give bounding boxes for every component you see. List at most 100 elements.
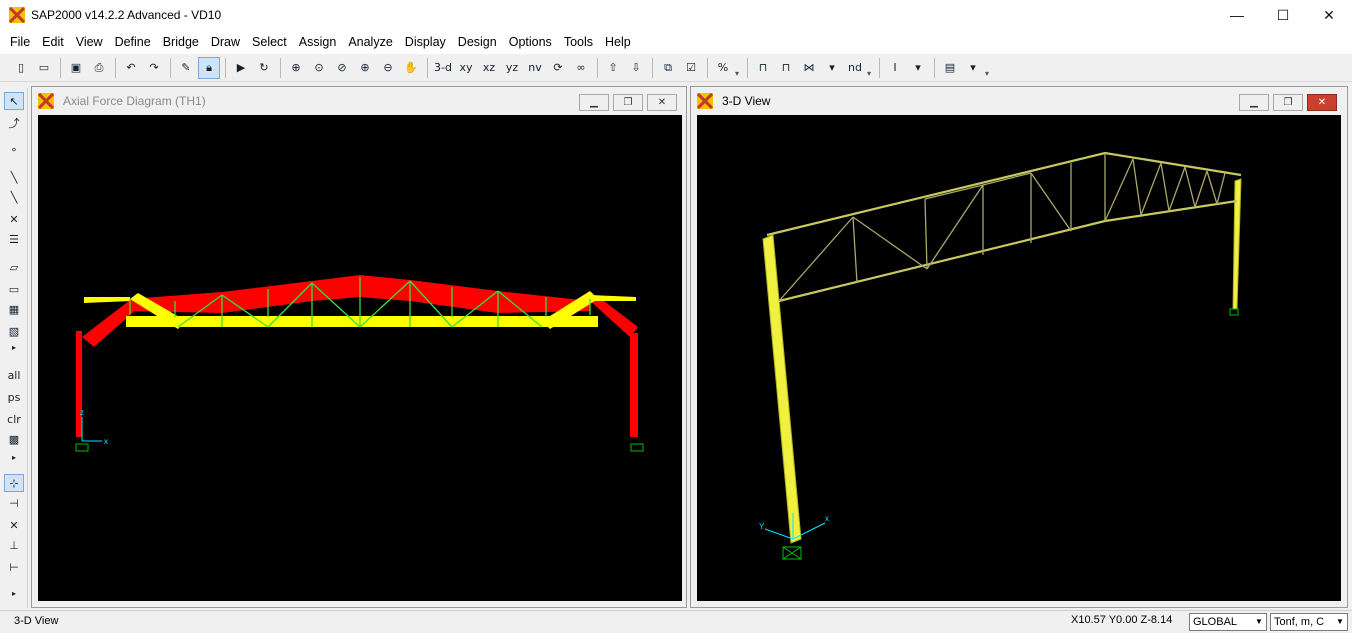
undo-icon[interactable]: ↶ [120,57,142,79]
3d-axis-y-line [764,528,794,540]
toolbar-overflow-icon[interactable]: ▾ [985,58,993,78]
close-button[interactable]: ✕ [1306,0,1352,30]
menu-tools[interactable]: Tools [558,30,599,54]
draw-frame-line-icon[interactable]: ╲ [4,168,24,186]
clear-selection-button[interactable]: clr [4,410,24,428]
pencil-icon[interactable]: ✎ [175,57,197,79]
menu-display[interactable]: Display [399,30,452,54]
section-dropdown-icon[interactable]: ▾ [907,57,929,79]
view-nd-button[interactable]: nd [844,57,866,79]
snap-intersection-icon[interactable]: ✕ [4,516,24,534]
view-xy-button[interactable]: xy [455,57,477,79]
toolbar-separator [707,57,708,78]
menu-edit[interactable]: Edit [36,30,70,54]
window-minimize-icon[interactable]: ▁ [579,94,609,111]
refresh-view-icon[interactable]: ↻ [253,57,275,79]
run-analysis-icon[interactable]: ▶ [230,57,252,79]
toolbar-overflow-icon[interactable]: ▸ [4,452,24,462]
toolbar-separator [427,57,428,78]
zoom-out-icon[interactable]: ⊖ [377,57,399,79]
toolbar-overflow-icon[interactable]: ▾ [735,58,743,78]
previous-selection-button[interactable]: ps [4,388,24,406]
3d-view-window[interactable]: 3-D View ▁ ❐ ✕ x Y [690,86,1348,608]
view-nv-button[interactable]: nv [524,57,546,79]
minimize-button[interactable]: — [1214,0,1260,30]
set-display-options-icon[interactable]: ☑ [680,57,702,79]
menu-draw[interactable]: Draw [205,30,246,54]
status-view-name: 3-D View [14,615,59,627]
reshape-icon[interactable]: ⤴ [4,114,24,132]
menu-options[interactable]: Options [503,30,558,54]
select-all-button[interactable]: all [4,366,24,384]
units-value: Tonf, m, C [1274,616,1325,628]
show-forces-dropdown-icon[interactable]: ▾ [821,57,843,79]
snap-ends-icon[interactable]: ⊣ [4,494,24,512]
toolbar-overflow-icon[interactable]: ▸ [4,342,24,352]
zoom-full-icon[interactable]: ⊙ [308,57,330,79]
zoom-previous-icon[interactable]: ⊘ [331,57,353,79]
coordinate-system-select[interactable]: GLOBAL ▼ [1189,613,1267,631]
assign-percent-icon[interactable]: % [712,57,734,79]
draw-rect-area-icon[interactable]: ▭ [4,280,24,298]
open-folder-icon[interactable]: ▭ [33,57,55,79]
new-file-icon[interactable]: ▯ [10,57,32,79]
draw-brace-icon[interactable]: ✕ [4,210,24,228]
draw-frame-deformed-icon[interactable]: ⊓ [775,57,797,79]
draw-secondary-beam-icon[interactable]: ☰ [4,230,24,248]
sap2000-logo-icon [9,7,25,23]
draw-frame-icon[interactable]: ⊓ [752,57,774,79]
quick-draw-area-icon[interactable]: ▦ [4,300,24,318]
sap2000-logo-icon [697,93,713,109]
move-down-icon[interactable]: ⇩ [625,57,647,79]
perspective-icon[interactable]: ∞ [570,57,592,79]
snap-perpendicular-icon[interactable]: ⊥ [4,536,24,554]
window-close-icon[interactable]: ✕ [1307,94,1337,111]
draw-solid-icon[interactable]: ▧ [4,322,24,340]
window-close-icon[interactable]: ✕ [647,94,677,111]
window-minimize-icon[interactable]: ▁ [1239,94,1269,111]
zoom-in-icon[interactable]: ⊕ [354,57,376,79]
view-yz-button[interactable]: yz [501,57,523,79]
toolbar-overflow-icon[interactable]: ▸ [4,588,24,598]
deformed-shape-icon[interactable]: ⋈ [798,57,820,79]
quick-draw-frame-icon[interactable]: ╲ [4,188,24,206]
menu-file[interactable]: File [4,30,36,54]
3d-view-canvas[interactable]: x Y [697,115,1341,601]
menu-help[interactable]: Help [599,30,637,54]
window-restore-icon[interactable]: ❐ [613,94,643,111]
toolbar-overflow-icon[interactable]: ▾ [867,58,875,78]
display-tables-dropdown-icon[interactable]: ▾ [962,57,984,79]
menu-view[interactable]: View [70,30,109,54]
menu-define[interactable]: Define [109,30,157,54]
snap-points-icon[interactable]: ⊹ [4,474,24,492]
maximize-button[interactable]: ☐ [1260,0,1306,30]
menu-design[interactable]: Design [452,30,503,54]
redo-icon[interactable]: ↷ [143,57,165,79]
draw-poly-area-icon[interactable]: ▱ [4,258,24,276]
view-3d-button[interactable]: 3-d [432,57,454,79]
view-xz-button[interactable]: xz [478,57,500,79]
menu-assign[interactable]: Assign [293,30,343,54]
units-select[interactable]: Tonf, m, C ▼ [1270,613,1348,631]
axial-force-window[interactable]: Axial Force Diagram (TH1) ▁ ❐ ✕ x z [31,86,687,608]
menu-bridge[interactable]: Bridge [157,30,205,54]
axial-force-diagram: x z [75,275,644,452]
object-shrink-icon[interactable]: ⧉ [657,57,679,79]
menu-analyze[interactable]: Analyze [342,30,398,54]
lock-icon[interactable]: 🔒︎ [198,56,220,79]
zoom-window-icon[interactable]: ⊕ [285,57,307,79]
menu-select[interactable]: Select [246,30,293,54]
section-cut-icon[interactable]: I [884,57,906,79]
pan-icon[interactable]: ✋ [400,57,422,79]
save-icon[interactable]: ▣ [65,57,87,79]
move-up-icon[interactable]: ⇧ [602,57,624,79]
snap-line-icon[interactable]: ⊢ [4,558,24,576]
print-icon[interactable]: ⎙ [88,57,110,79]
axial-force-canvas[interactable]: x z [38,115,682,601]
draw-joint-icon[interactable]: ∘ [4,140,24,158]
display-tables-icon[interactable]: ▤ [939,57,961,79]
pointer-icon[interactable]: ↖ [4,92,24,110]
rotate-view-icon[interactable]: ⟳ [547,57,569,79]
window-restore-icon[interactable]: ❐ [1273,94,1303,111]
intersecting-line-icon[interactable]: ▩ [4,430,24,448]
